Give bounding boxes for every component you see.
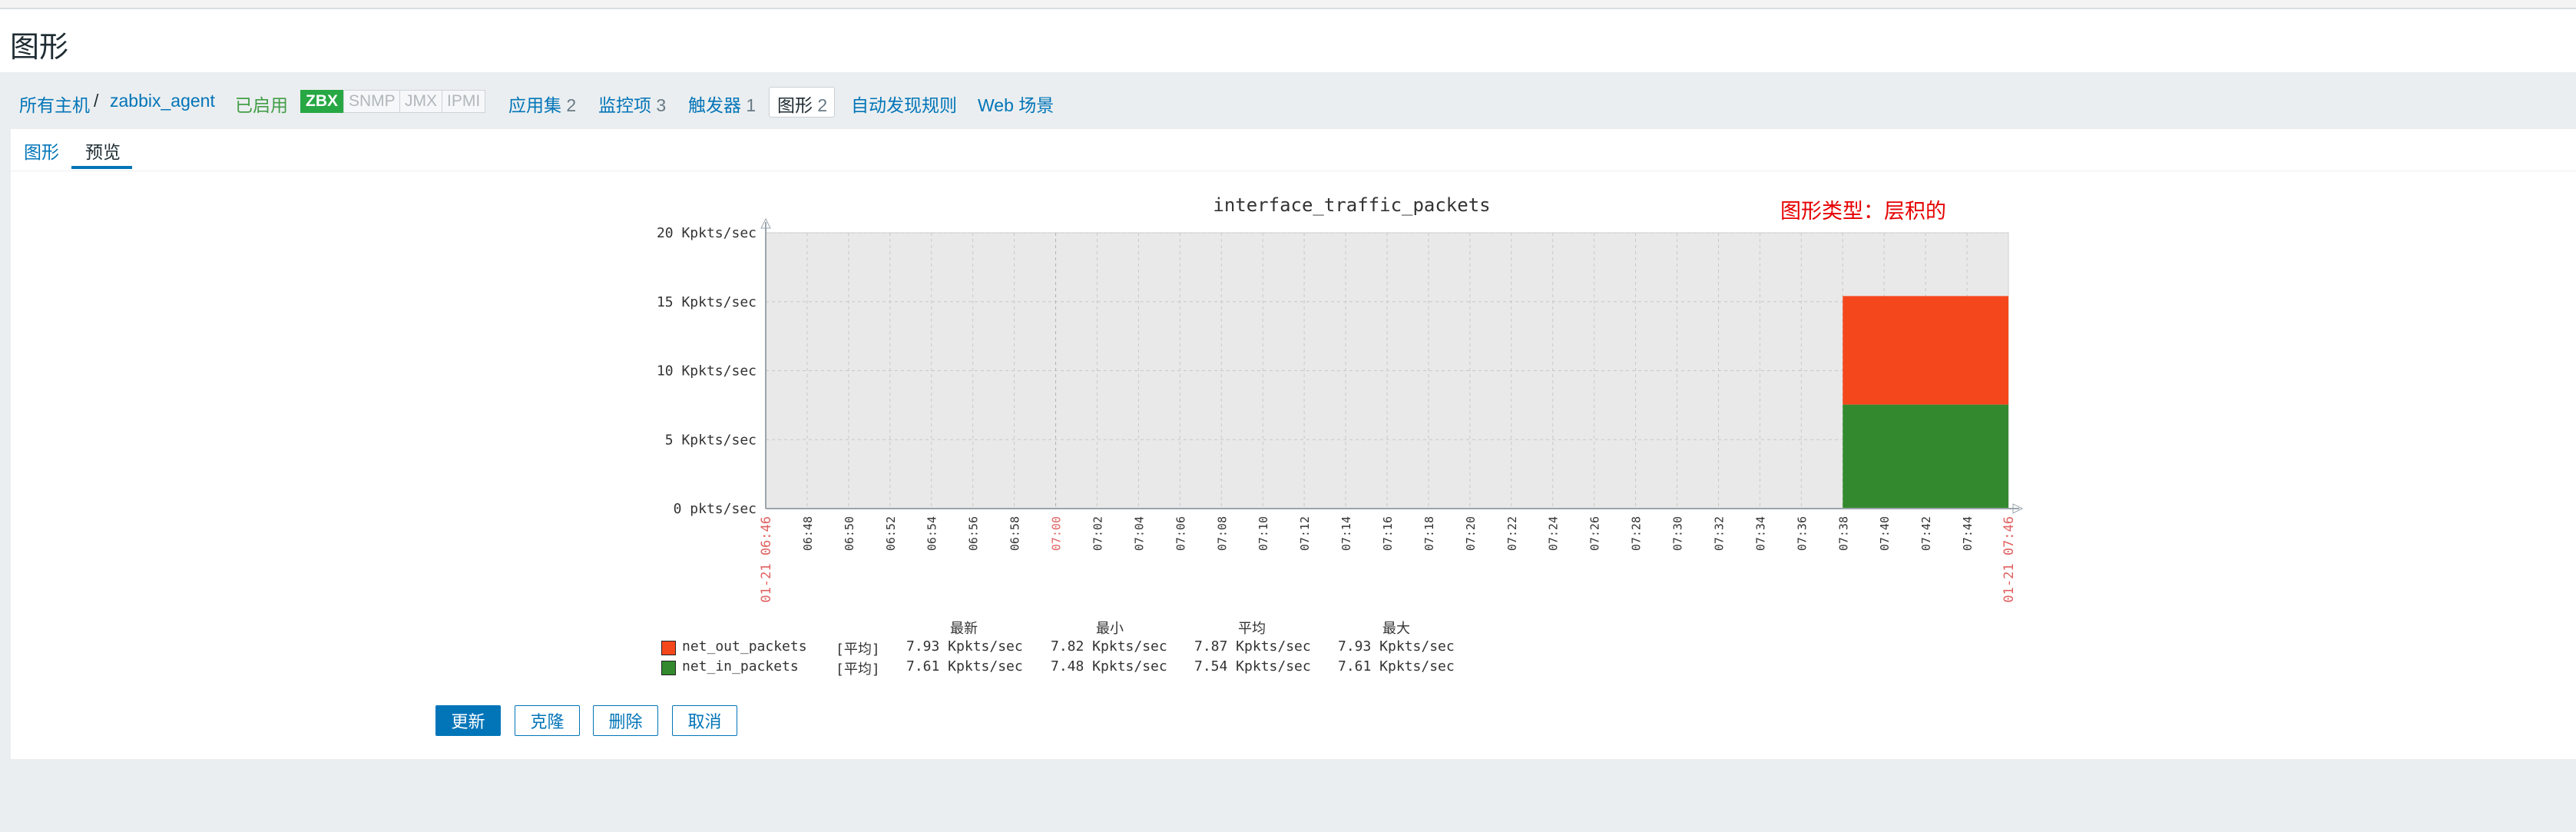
series-area-net_out_packets bbox=[1843, 296, 2008, 405]
x-tick-label: 07:38 bbox=[1836, 516, 1850, 551]
x-tick-label: 07:30 bbox=[1671, 516, 1685, 551]
chart-title: interface_traffic_packets bbox=[1213, 194, 1490, 216]
x-tick-label: 07:20 bbox=[1464, 516, 1478, 551]
legend-header-latest: 最新 bbox=[950, 621, 978, 637]
tab-graph[interactable]: 图形 bbox=[24, 138, 59, 164]
tab-preview-indicator bbox=[71, 166, 132, 169]
x-tick-label: 07:42 bbox=[1919, 516, 1933, 551]
top-strip bbox=[0, 0, 2576, 9]
legend-swatch-in bbox=[661, 661, 676, 675]
x-tick-label: 07:02 bbox=[1091, 516, 1104, 551]
ipmi-badge: IPMI bbox=[442, 90, 486, 113]
series-area-net_in_packets bbox=[1843, 404, 2008, 509]
legend-max-in: 7.61 Kpkts/sec bbox=[1338, 658, 1455, 675]
snmp-badge: SNMP bbox=[343, 90, 401, 113]
tab-preview[interactable]: 预览 bbox=[85, 138, 121, 164]
y-tick-label: 0 pkts/sec bbox=[674, 501, 757, 517]
legend-header-max: 最大 bbox=[1382, 621, 1410, 637]
update-button[interactable]: 更新 bbox=[435, 705, 501, 736]
x-tick-label: 07:18 bbox=[1422, 516, 1436, 551]
x-tick-label: 06:48 bbox=[801, 516, 815, 551]
legend-min-in: 7.48 Kpkts/sec bbox=[1051, 658, 1167, 675]
x-tick-label: 06:52 bbox=[884, 516, 898, 551]
x-tick-label: 06:50 bbox=[843, 516, 856, 551]
host-link[interactable]: zabbix_agent bbox=[110, 91, 215, 111]
x-tick-label: 07:08 bbox=[1215, 516, 1229, 551]
y-tick-label: 10 Kpkts/sec bbox=[657, 363, 757, 380]
legend-min-out: 7.82 Kpkts/sec bbox=[1051, 638, 1167, 655]
x-tick-label: 07:00 bbox=[1050, 516, 1064, 551]
legend-name-out: net_out_packets bbox=[682, 638, 807, 655]
y-tick-label: 5 Kpkts/sec bbox=[665, 432, 757, 448]
status-enabled-link[interactable]: 已启用 bbox=[235, 91, 288, 117]
legend-latest-out: 7.93 Kpkts/sec bbox=[906, 638, 1023, 655]
page-title: 图形 bbox=[10, 31, 69, 64]
y-tick-label: 15 Kpkts/sec bbox=[657, 294, 757, 310]
x-tick-label: 07:44 bbox=[1961, 516, 1975, 551]
x-tick-label: 06:56 bbox=[967, 516, 981, 551]
legend-max-out: 7.93 Kpkts/sec bbox=[1338, 638, 1455, 655]
y-tick-label: 20 Kpkts/sec bbox=[657, 225, 757, 241]
legend-swatch-out bbox=[661, 641, 676, 655]
x-start-label: 01-21 06:46 bbox=[759, 516, 774, 603]
x-tick-label: 07:40 bbox=[1878, 516, 1892, 551]
x-tick-label: 07:12 bbox=[1298, 516, 1312, 551]
jmx-badge: JMX bbox=[399, 90, 442, 113]
legend-name-in: net_in_packets bbox=[682, 658, 799, 675]
x-end-label: 01-21 07:46 bbox=[2002, 516, 2017, 603]
web-scenarios-link[interactable]: Web 场景 bbox=[978, 91, 1054, 117]
x-tick-label: 07:36 bbox=[1795, 516, 1809, 551]
graph-type-annotation: 图形类型：层积的 bbox=[1780, 200, 1946, 223]
breadcrumb-separator: / bbox=[94, 91, 99, 111]
zbx-badge: ZBX bbox=[300, 90, 343, 113]
page-header bbox=[0, 9, 2576, 72]
x-tick-label: 07:32 bbox=[1712, 516, 1726, 551]
cancel-button[interactable]: 取消 bbox=[672, 705, 737, 736]
x-tick-label: 07:28 bbox=[1630, 516, 1644, 551]
x-tick-label: 07:14 bbox=[1339, 516, 1353, 551]
all-hosts-link[interactable]: 所有主机 bbox=[19, 91, 90, 117]
items-link[interactable]: 监控项 3 bbox=[598, 91, 666, 117]
x-tick-label: 06:58 bbox=[1008, 516, 1022, 551]
x-tick-label: 06:54 bbox=[925, 516, 939, 551]
legend-func-in: [平均] bbox=[836, 661, 880, 678]
legend-header-avg: 平均 bbox=[1238, 621, 1266, 637]
x-tick-label: 07:10 bbox=[1257, 516, 1270, 551]
x-tick-label: 07:04 bbox=[1132, 516, 1146, 551]
triggers-link[interactable]: 触发器 1 bbox=[688, 91, 756, 117]
x-tick-label: 07:16 bbox=[1381, 516, 1395, 551]
discovery-rules-link[interactable]: 自动发现规则 bbox=[851, 91, 957, 117]
x-tick-label: 07:22 bbox=[1505, 516, 1519, 551]
x-tick-label: 07:24 bbox=[1547, 516, 1561, 551]
legend-func-out: [平均] bbox=[836, 641, 880, 658]
legend-avg-out: 7.87 Kpkts/sec bbox=[1194, 638, 1311, 655]
x-tick-label: 07:26 bbox=[1588, 516, 1602, 551]
applications-link[interactable]: 应用集 2 bbox=[508, 91, 576, 117]
x-tick-label: 07:34 bbox=[1753, 516, 1767, 551]
graphs-link[interactable]: 图形 2 bbox=[777, 91, 827, 117]
legend-latest-in: 7.61 Kpkts/sec bbox=[906, 658, 1023, 675]
delete-button[interactable]: 删除 bbox=[593, 705, 658, 736]
graph-preview-chart: interface_traffic_packets 20 Kpkts/sec 15… bbox=[657, 194, 2024, 603]
clone-button[interactable]: 克隆 bbox=[515, 705, 580, 736]
legend-avg-in: 7.54 Kpkts/sec bbox=[1194, 658, 1311, 675]
legend-header-min: 最小 bbox=[1096, 621, 1124, 637]
x-tick-label: 07:06 bbox=[1174, 516, 1187, 551]
